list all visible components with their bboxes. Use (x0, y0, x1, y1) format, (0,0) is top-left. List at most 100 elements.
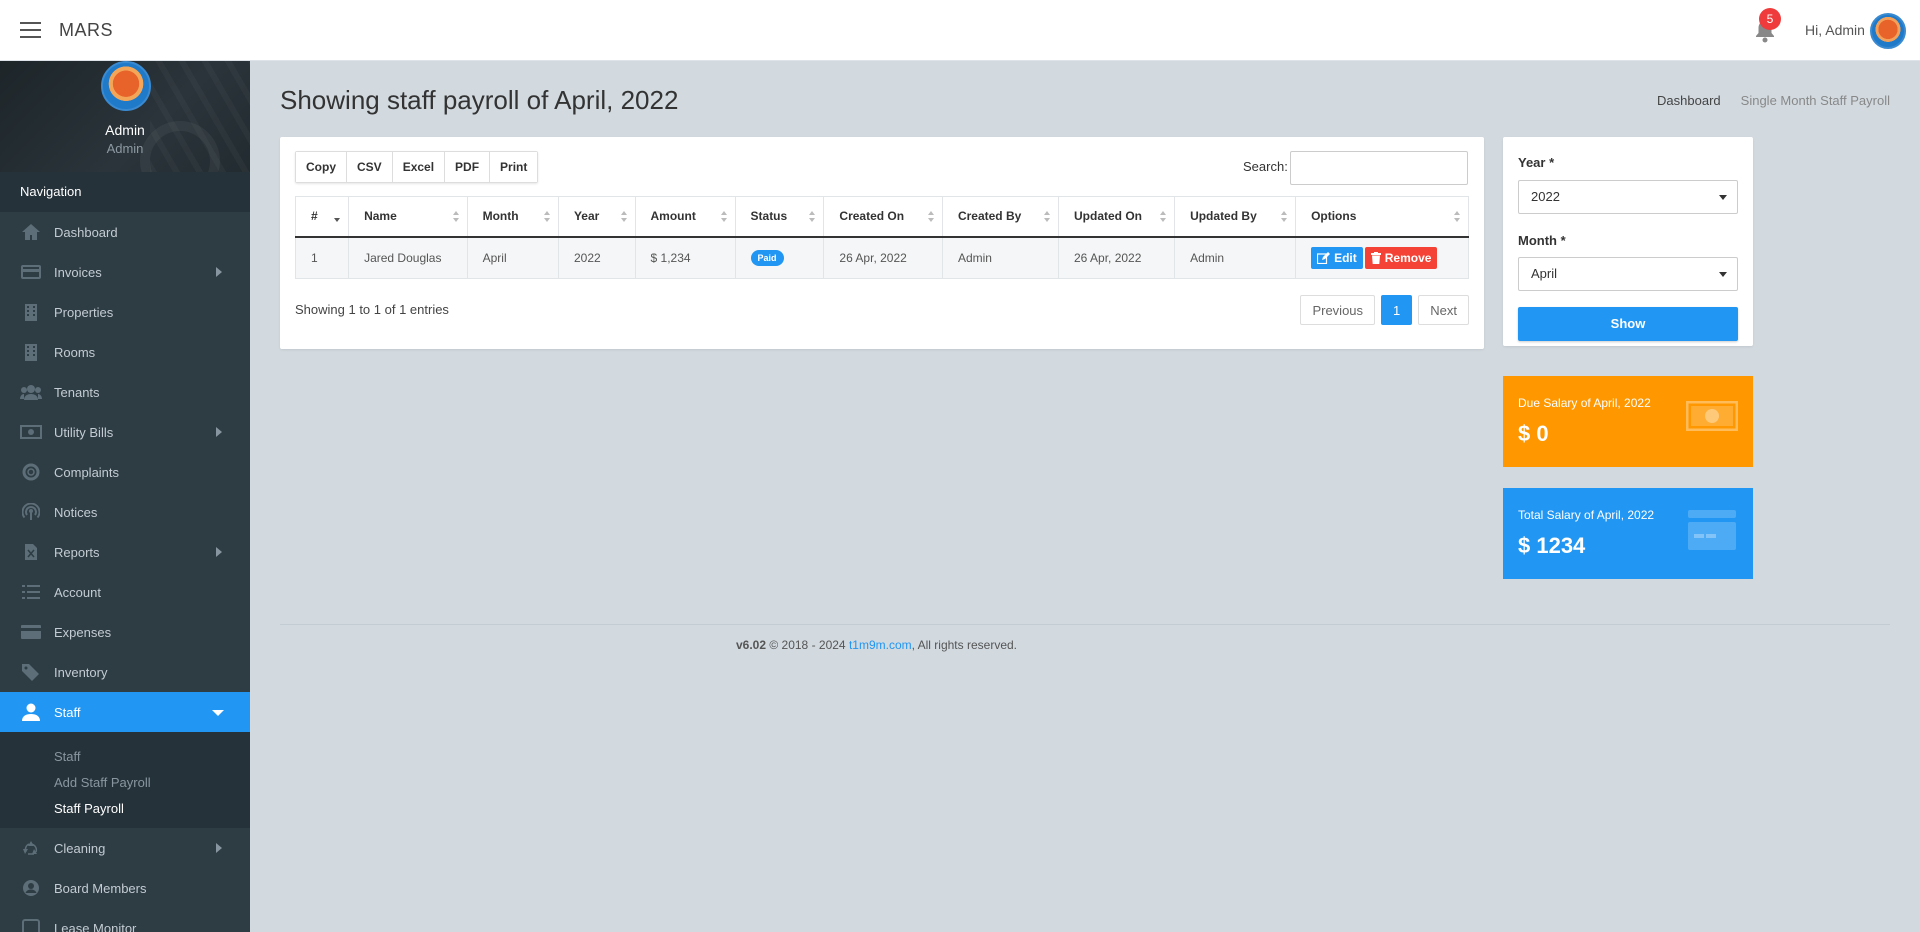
sidebar-item-dashboard[interactable]: Dashboard (0, 212, 250, 252)
menu-toggle-icon[interactable] (20, 22, 41, 38)
footer-rights: , All rights reserved. (911, 638, 1017, 652)
chevron-right-icon (216, 267, 222, 277)
sidebar-item-properties[interactable]: Properties (0, 292, 250, 332)
sidebar-item-label: Reports (54, 544, 100, 560)
column-header-month[interactable]: Month (466, 196, 559, 238)
profile-avatar[interactable] (101, 61, 151, 111)
sort-icon (809, 211, 816, 223)
sidebar-item-label: Utility Bills (54, 424, 114, 440)
show-button[interactable]: Show (1518, 307, 1738, 341)
column-header-updated-on[interactable]: Updated On (1057, 196, 1176, 238)
top-bar: MARS 5 Hi, Admin (0, 0, 1920, 61)
sidebar-item-label: Properties (54, 304, 114, 320)
next-page-button[interactable]: Next (1418, 295, 1469, 325)
notification-badge: 5 (1759, 8, 1781, 30)
pdf-button[interactable]: PDF (445, 152, 491, 182)
column-header-status[interactable]: Status (734, 196, 825, 238)
footer: v6.02 © 2018 - 2024 t1m9m.com, All right… (280, 638, 1473, 652)
page-1-button[interactable]: 1 (1381, 295, 1413, 325)
sidebar-item-label: Staff (54, 704, 81, 720)
payroll-table-card: Copy CSV Excel PDF Print Search: # Name … (280, 137, 1484, 349)
sort-icon (1281, 211, 1288, 223)
status-badge: Paid (750, 249, 784, 266)
sidebar-item-invoices[interactable]: Invoices (0, 252, 250, 292)
sidebar-item-inventory[interactable]: Inventory (0, 652, 250, 692)
remove-button[interactable]: Remove (1364, 246, 1438, 269)
sidebar-item-reports[interactable]: Reports (0, 532, 250, 572)
sidebar-item-tenants[interactable]: Tenants (0, 372, 250, 412)
search-input[interactable] (1290, 151, 1468, 185)
chevron-right-icon (216, 547, 222, 557)
pagination: Previous 1 Next (1300, 295, 1469, 325)
profile-name: Admin (105, 122, 145, 138)
sidebar-item-complaints[interactable]: Complaints (0, 452, 250, 492)
sidebar-item-cleaning[interactable]: Cleaning (0, 828, 250, 868)
year-select-value: 2022 (1531, 189, 1560, 204)
column-header-updated-by[interactable]: Updated By (1174, 196, 1297, 238)
column-header-created-by[interactable]: Created By (941, 196, 1060, 238)
cell-status: Paid (734, 236, 825, 279)
column-header-name[interactable]: Name (348, 196, 468, 238)
sidebar-item-label: Tenants (54, 384, 100, 400)
column-header-options[interactable]: Options (1295, 196, 1469, 238)
profile-role: Admin (106, 141, 144, 156)
sidebar-item-lease-monitor[interactable]: Lease Monitor (0, 908, 250, 932)
year-label: Year * (1518, 155, 1555, 170)
user-greeting[interactable]: Hi, Admin (1805, 22, 1865, 38)
chevron-down-icon (212, 710, 224, 716)
cell-year: 2022 (557, 236, 636, 279)
year-select[interactable]: 2022 (1518, 180, 1738, 214)
column-header-year[interactable]: Year (557, 196, 636, 238)
print-button[interactable]: Print (490, 152, 538, 182)
sidebar-item-notices[interactable]: Notices (0, 492, 250, 532)
column-header-number[interactable]: # (294, 196, 350, 238)
sidebar-item-label: Rooms (54, 344, 96, 360)
sort-icon (1454, 211, 1460, 223)
total-salary-label: Total Salary of April, 2022 (1518, 508, 1655, 522)
chevron-down-icon (1719, 195, 1727, 200)
sidebar-item-label: Dashboard (54, 224, 118, 240)
csv-button[interactable]: CSV (347, 152, 393, 182)
sidebar-item-label: Lease Monitor (54, 920, 137, 932)
sidebar-item-staff[interactable]: Staff (0, 692, 250, 732)
edit-button[interactable]: Edit (1311, 246, 1363, 269)
column-header-amount[interactable]: Amount (634, 196, 736, 238)
table-row: 1 Jared Douglas April 2022 $ 1,234 Paid … (294, 236, 1469, 279)
cell-updated-on: 26 Apr, 2022 (1057, 236, 1176, 279)
staff-submenu: Staff Add Staff Payroll Staff Payroll (0, 732, 250, 828)
users-icon (20, 383, 42, 401)
recycle-icon (20, 839, 42, 857)
submenu-item-staff[interactable]: Staff (0, 744, 250, 770)
cell-name: Jared Douglas (348, 236, 468, 279)
column-header-created-on[interactable]: Created On (823, 196, 943, 238)
month-label: Month * (1518, 233, 1566, 248)
filter-card: Year * 2022 Month * April Show (1503, 137, 1753, 346)
sort-icon (720, 211, 727, 223)
sort-icon (334, 211, 341, 223)
total-salary-value: $ 1234 (1518, 533, 1586, 558)
submenu-item-add-staff-payroll[interactable]: Add Staff Payroll (0, 770, 250, 796)
previous-page-button[interactable]: Previous (1300, 295, 1376, 325)
support-icon (20, 463, 42, 481)
user-avatar[interactable] (1870, 13, 1906, 49)
money-icon (1686, 401, 1738, 431)
brand-name[interactable]: MARS (59, 20, 113, 41)
sidebar-item-expenses[interactable]: Expenses (0, 612, 250, 652)
sort-icon (543, 211, 550, 223)
footer-link[interactable]: t1m9m.com (849, 638, 912, 652)
submenu-item-staff-payroll[interactable]: Staff Payroll (0, 796, 250, 822)
breadcrumb-dashboard[interactable]: Dashboard (1657, 93, 1721, 108)
sidebar-item-board-members[interactable]: Board Members (0, 868, 250, 908)
user-circle-icon (20, 879, 42, 897)
sidebar-item-utility-bills[interactable]: Utility Bills (0, 412, 250, 452)
edit-label: Edit (1334, 250, 1357, 265)
list-icon (20, 583, 42, 601)
due-salary-card: Due Salary of April, 2022 $ 0 (1503, 376, 1753, 467)
excel-button[interactable]: Excel (392, 152, 446, 182)
money-icon (20, 423, 42, 441)
nav-heading: Navigation (0, 172, 250, 212)
sidebar-item-account[interactable]: Account (0, 572, 250, 612)
sidebar-item-rooms[interactable]: Rooms (0, 332, 250, 372)
month-select[interactable]: April (1518, 257, 1738, 291)
copy-button[interactable]: Copy (296, 152, 347, 182)
